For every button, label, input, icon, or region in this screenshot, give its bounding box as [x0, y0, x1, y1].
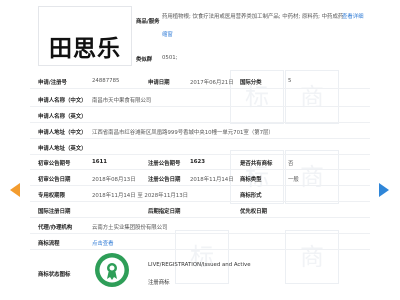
reg-ann-no-label: 注册公告期号 — [148, 161, 181, 167]
trademark-name: 田思乐 — [49, 36, 121, 62]
applicant-cn-label: 申请人名称（中文） — [38, 98, 87, 104]
row-prelim-date: 初审公告日期 2018年08月13日 注册公告日期 2018年11月14日 商标… — [30, 171, 370, 186]
row-applicant-cn: 申请人名称（中文） 南昌市天中果食有限公司 — [30, 92, 370, 107]
next-arrow-icon[interactable] — [379, 183, 389, 197]
prelim-no-label: 初审公告期号 — [38, 161, 71, 167]
exclusive-label: 专用权期限 — [38, 193, 65, 199]
shared-value: 否 — [288, 161, 294, 167]
trademark-detail-panel: 标 商 商 标 标 商 田思乐 商品/服务 药用植物根; 饮食疗法用或医用营养类… — [30, 0, 370, 300]
process-label: 商标流程 — [38, 241, 60, 247]
later-date-label: 后期指定日期 — [148, 209, 181, 215]
applicant-cn-value: 南昌市天中果食有限公司 — [92, 98, 152, 104]
row-applicant-en: 申请人名称（英文） — [30, 108, 370, 123]
intl-class-label: 国际分类 — [240, 80, 262, 86]
address-en-label: 申请人地址（英文） — [38, 146, 87, 152]
agent-label: 代理/办理机构 — [38, 225, 73, 231]
row-address-en: 申请人地址（英文） — [30, 140, 370, 155]
status-en: LIVE/REGISTRATION/Issued and Active — [148, 262, 251, 268]
exclusive-value: 2018年11月14日 至 2028年11月13日 — [92, 193, 189, 199]
intl-reg-date-label: 国际注册日期 — [38, 209, 71, 215]
agent-value: 云南方土实业集团股份有限公司 — [92, 225, 168, 231]
reg-ann-date-value: 2018年11月14日 — [190, 177, 234, 183]
row-prelim-no: 初审公告期号 1611 注册公告期号 1623 是否共有商标 否 — [30, 155, 370, 170]
row-reg-no: 申请/注册号 24887785 申请日期 2017年06月21日 国际分类 5 — [30, 74, 370, 89]
collapse-link[interactable]: 缩窗 — [162, 30, 173, 38]
mark-type-label: 商标类型 — [240, 177, 262, 183]
apply-date-value: 2017年06月21日 — [190, 80, 234, 86]
shared-label: 是否共有商标 — [240, 161, 273, 167]
prelim-date-value: 2018年08月13日 — [92, 177, 136, 183]
row-address-cn: 申请人地址（中文） 江西省南昌市红谷滩新区凤凰路999号香城中央10幢一单元70… — [30, 124, 370, 139]
status-cn: 注册商标 — [148, 280, 170, 286]
apply-date-label: 申请日期 — [148, 80, 170, 86]
trademark-image-box: 田思乐 — [38, 6, 132, 66]
class-group-label: 类似群 — [136, 57, 153, 63]
address-cn-label: 申请人地址（中文） — [38, 130, 87, 136]
reg-no-value: 24887785 — [92, 78, 120, 84]
row-agent: 代理/办理机构 云南方土实业集团股份有限公司 — [30, 219, 370, 234]
prelim-date-label: 初审公告日期 — [38, 177, 71, 183]
row-intl-dates: 国际注册日期 后期指定日期 优先权日期 — [30, 203, 370, 218]
applicant-en-label: 申请人名称（英文） — [38, 114, 87, 120]
intl-class-value: 5 — [288, 78, 292, 84]
reg-ann-date-label: 注册公告日期 — [148, 177, 181, 183]
row-process: 商标流程 点击查看 — [30, 235, 370, 250]
goods-label: 商品/服务 — [136, 19, 160, 25]
row-exclusive: 专用权期限 2018年11月14日 至 2028年11月13日 商标形式 — [30, 187, 370, 202]
prelim-no-value: 1611 — [92, 159, 108, 165]
reg-no-label: 申请/注册号 — [38, 80, 67, 86]
class-group-value: 0501; — [162, 55, 178, 61]
view-detail-link[interactable]: 查看详细 — [342, 12, 364, 20]
registered-badge-icon — [95, 253, 129, 287]
prev-arrow-icon[interactable] — [10, 183, 20, 197]
mark-type-value: 一般 — [288, 177, 299, 183]
mark-form-label: 商标形式 — [240, 193, 262, 199]
goods-value: 药用植物根; 饮食疗法用或医用营养类加工制产品; 中药材; 原料药; 中药成药 — [162, 14, 344, 20]
status-icon-label: 商标状态图标 — [38, 272, 71, 278]
address-cn-value: 江西省南昌市红谷滩新区凤凰路999号香城中央10幢一单元701室（第7层） — [92, 130, 274, 136]
reg-ann-no-value: 1623 — [190, 159, 206, 165]
process-link[interactable]: 点击查看 — [92, 239, 114, 247]
priority-date-label: 优先权日期 — [240, 209, 267, 215]
